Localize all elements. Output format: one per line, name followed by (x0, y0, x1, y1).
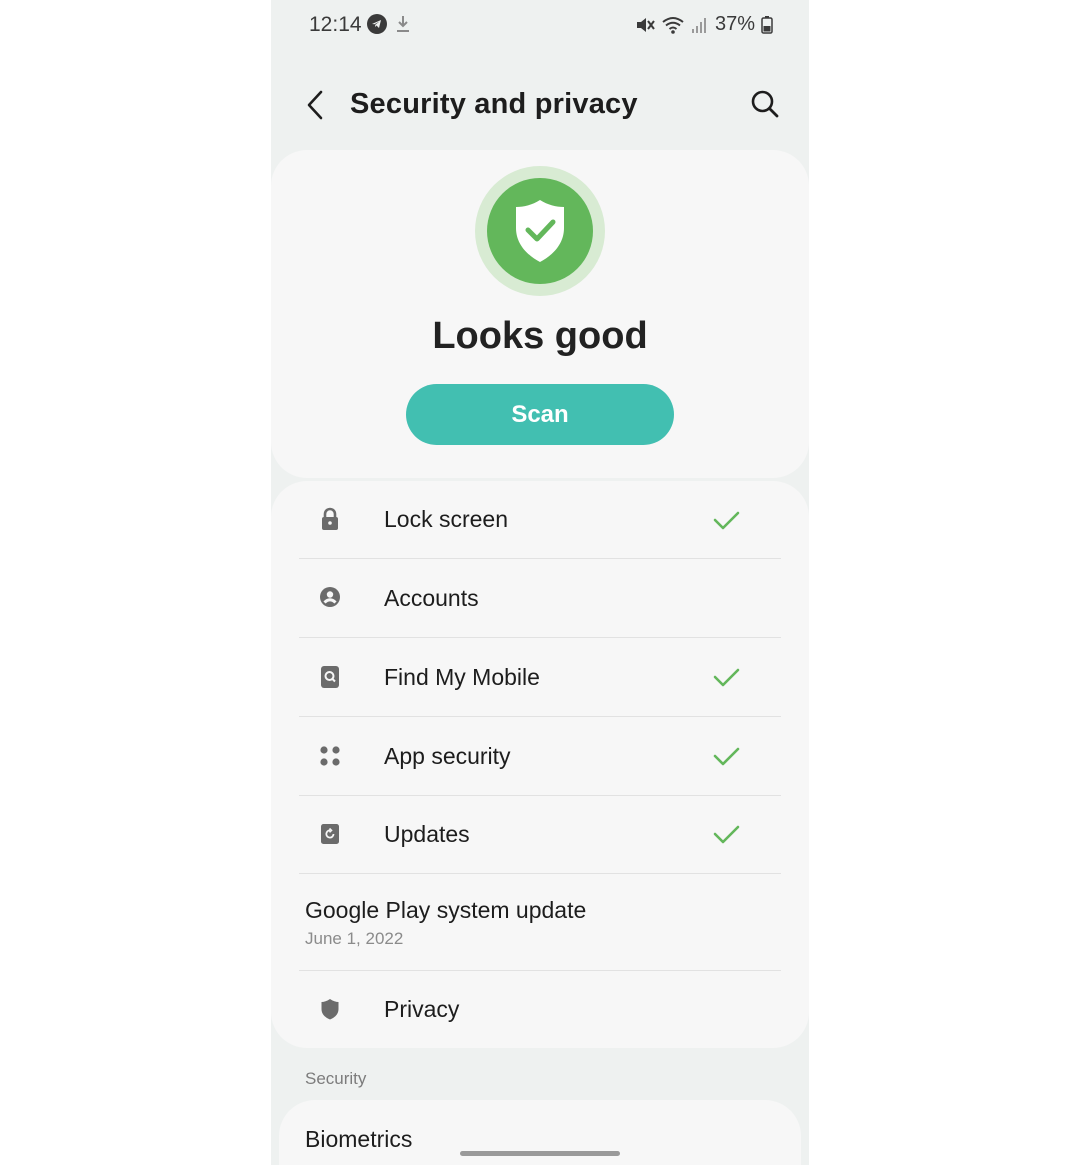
status-right-icons: 37% (635, 13, 773, 36)
download-icon (395, 14, 411, 39)
shield-check-icon (516, 200, 564, 262)
account-icon (317, 584, 343, 610)
search-button[interactable] (749, 88, 781, 120)
list-item-label: Privacy (384, 996, 460, 1022)
security-status-card: Looks good Scan (271, 150, 809, 478)
gesture-navigation-handle[interactable] (460, 1151, 620, 1156)
phone-screen: 12:14 37% Security and privacy Looks goo… (271, 0, 809, 1165)
updates-icon (317, 821, 343, 847)
list-item-label: Accounts (384, 585, 479, 611)
privacy-shield-icon (317, 996, 343, 1022)
check-icon (711, 665, 741, 689)
list-item-accounts[interactable]: Accounts (271, 559, 809, 638)
check-icon (711, 744, 741, 768)
check-icon (711, 822, 741, 846)
list-item-label: Biometrics (305, 1126, 413, 1152)
app-security-icon (317, 743, 343, 769)
list-item-privacy[interactable]: Privacy (271, 971, 809, 1048)
find-my-mobile-icon (317, 664, 343, 690)
battery-percent: 37% (714, 13, 755, 35)
wifi-icon (661, 15, 685, 35)
google-play-update-date: June 1, 2022 (305, 929, 404, 948)
section-header-security: Security (305, 1069, 367, 1088)
security-settings-list: Lock screen Accounts Find My Mobile App … (271, 481, 809, 1048)
status-indicator (475, 166, 605, 296)
list-item-app-security[interactable]: App security (271, 717, 809, 796)
list-item-find-my-mobile[interactable]: Find My Mobile (271, 638, 809, 717)
check-icon (711, 508, 741, 532)
list-item-google-play-system-update[interactable]: Google Play system update June 1, 2022 (271, 874, 809, 970)
list-item-label: Lock screen (384, 506, 509, 532)
back-arrow-icon (307, 90, 323, 120)
lock-icon (317, 506, 343, 532)
list-item-label: Updates (384, 821, 470, 847)
mute-icon (635, 16, 655, 34)
status-bar: 12:14 37% (271, 0, 809, 48)
status-time: 12:14 (309, 13, 362, 36)
signal-icon (691, 16, 709, 34)
back-button[interactable] (301, 87, 331, 123)
page-title: Security and privacy (350, 88, 638, 120)
battery-icon (761, 15, 773, 34)
list-item-label: Find My Mobile (384, 664, 540, 690)
google-play-update-title: Google Play system update (305, 897, 587, 923)
telegram-icon (367, 14, 387, 39)
list-item-updates[interactable]: Updates (271, 796, 809, 874)
status-title: Looks good (432, 315, 648, 357)
scan-button[interactable]: Scan (406, 384, 674, 445)
list-item-label: App security (384, 743, 511, 769)
list-item-lock-screen[interactable]: Lock screen (271, 481, 809, 559)
status-left-icons (367, 14, 411, 39)
app-header: Security and privacy (271, 70, 809, 140)
search-icon (751, 90, 779, 118)
